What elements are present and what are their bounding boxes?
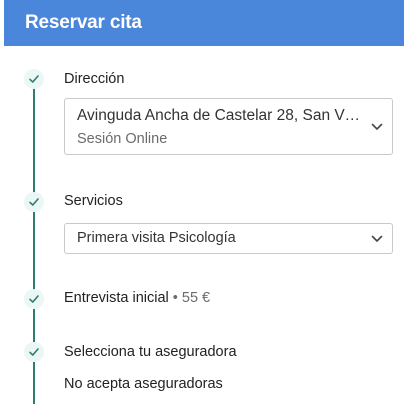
visit-price: • 55 €	[172, 290, 211, 306]
chevron-down-icon	[371, 235, 383, 242]
step-entrevista-check-icon	[24, 289, 44, 309]
header-bar: Reservar cita	[4, 0, 404, 46]
address-value: Avinguda Ancha de Castelar 28, San Vicen…	[77, 107, 362, 124]
step-direccion-label: Dirección	[64, 71, 125, 87]
service-select[interactable]: Primera visita Psicología	[64, 223, 393, 254]
step-servicios-label: Servicios	[64, 193, 123, 209]
chevron-down-icon	[371, 123, 383, 130]
service-value: Primera visita Psicología	[77, 230, 236, 246]
step-entrevista-label: Entrevista inicial • 55 €	[64, 290, 210, 306]
insurance-note: No acepta aseguradoras	[64, 376, 223, 392]
step-servicios-check-icon	[24, 192, 44, 212]
address-select[interactable]: Avinguda Ancha de Castelar 28, San Vicen…	[64, 98, 393, 155]
page-title: Reservar cita	[25, 12, 142, 33]
step-direccion-check-icon	[24, 69, 44, 89]
step-aseguradora-check-icon	[24, 342, 44, 362]
step-aseguradora-label: Selecciona tu aseguradora	[64, 344, 237, 360]
visit-type: Entrevista inicial	[64, 290, 169, 306]
session-mode: Sesión Online	[77, 131, 168, 147]
